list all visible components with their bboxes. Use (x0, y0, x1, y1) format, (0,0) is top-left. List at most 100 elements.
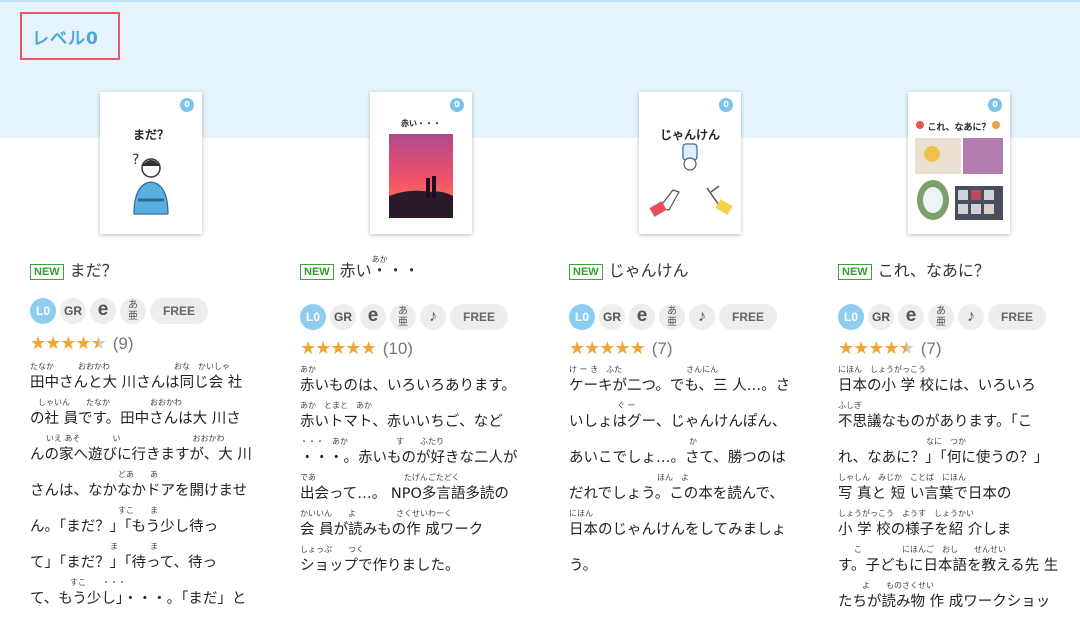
star-icon: ★ (300, 338, 316, 359)
description-line: であ たげんごたどく 出会って…。 NPO多言語多読の (300, 471, 532, 507)
title-row: NEW あか 赤い・・・ (300, 255, 420, 280)
description-text: いしょはグー、じゃんけんぽん、 (569, 414, 787, 430)
description-line: こ にほんご おし せんせいす。子どもに日本語を教える先 生 (838, 543, 1070, 579)
book-cover[interactable]: 0 これ、なあに？ (908, 92, 1010, 234)
furigana: かいいん よ さくせいわーく (300, 509, 452, 518)
level-icon: L0 (30, 298, 56, 324)
title-row: NEW これ、なあに？ (838, 262, 990, 280)
star-icon: ★ (315, 338, 331, 359)
level-heading: レベル0 (32, 29, 99, 49)
description-line: にほん しょうがっこう日本の小 学 校には、いろいろ (838, 363, 1070, 399)
description-line: かあいこでしょ…。さて、勝つのは (569, 435, 801, 471)
book-cover[interactable]: 0 じゃんけん (639, 92, 741, 234)
new-badge: NEW (30, 264, 64, 280)
star-icon: ★ (838, 338, 854, 359)
rating-stars: ★★★★★ (300, 338, 377, 359)
furigana: ま ま (30, 542, 158, 551)
title-ruby: あか (371, 255, 388, 264)
description-line: すこ まん。「まだ？」「もう少し待っ (30, 504, 262, 540)
graded-reader-icon: GR (599, 304, 625, 330)
book-title[interactable]: これ、なあに？ (878, 262, 990, 280)
star-icon: ★ (853, 338, 869, 359)
star-icon: ★ (60, 333, 76, 354)
description-line: あか とまと あか 赤いトマト、赤いいちご、など (300, 399, 532, 435)
furigana: よ ものさくせい (838, 581, 934, 590)
description-line: ・・・ あか す ふたり ・・・。赤いものが好きな二人が (300, 435, 532, 471)
book-title-text: まだ？ (69, 261, 118, 280)
furigana: ほん よ (569, 473, 689, 482)
book-description: にほん しょうがっこう 日本の小 学 校には、いろいろ ふしぎ 不思議なものがあります… (838, 363, 1070, 615)
star-icon: ★ (569, 338, 585, 359)
graded-reader-icon: GR (868, 304, 894, 330)
furigana: しゃいん たなか おおかわ (30, 398, 182, 407)
furigana-icon: あ 亜 (659, 304, 685, 330)
book-card[interactable]: 0 これ、なあに？ NEW これ、なあに？ L0 GR e あ 亜 ♪ FREE… (838, 92, 1080, 622)
book-description: け ー き ふた さんにん ケーキが二つ。でも、三 人…。さ ぐ ーいしょはグー、… (569, 363, 801, 579)
description-line: ほん よだれでしょう。この本を読んで、 (569, 471, 801, 507)
furigana: しょっぷ つく (300, 545, 364, 554)
rating-count: (9) (112, 333, 134, 353)
description-text: あいこでしょ…。さて、勝つのは (569, 450, 786, 466)
description-text: たちが読み物 作 成ワークショッ (838, 594, 1051, 610)
description-text: ショップで作りました。 (300, 558, 460, 574)
book-card[interactable]: 0 赤い・・・ NEW あか 赤い・・・ L0 GR e あ 亜 ♪ FREE (300, 92, 570, 622)
level-icon: L0 (300, 304, 326, 330)
book-title[interactable]: じゃんけん (609, 262, 689, 280)
rating: ★★★★★ (9) (30, 333, 133, 354)
free-badge: FREE (719, 304, 777, 330)
book-card[interactable]: 0 じゃんけん NEW じゃんけん L0 GR e あ 亜 ♪ FREE ★★★… (569, 92, 839, 622)
cover-illustration (370, 92, 472, 234)
description-text: 日本のじゃんけんをしてみましょ (569, 522, 787, 538)
feature-icons: L0 GR e あ 亜 ♪ FREE (300, 304, 508, 330)
description-line: にほん 日本のじゃんけんをしてみましょ (569, 507, 801, 543)
book-cover[interactable]: 0 赤い・・・ (370, 92, 472, 234)
graded-reader-icon: GR (330, 304, 356, 330)
new-badge: NEW (838, 264, 872, 280)
star-icon: ★ (868, 338, 884, 359)
star-icon: ★ (599, 338, 615, 359)
rating-count: (10) (382, 338, 413, 358)
description-line: すこ ・・・ て、もう少し」・・・。「まだ」と (30, 576, 262, 612)
title-row: NEW まだ？ (30, 262, 118, 280)
description-line: たなか おおかわ おな かいしゃ 田中さんと大 川さんは同じ会 社 (30, 360, 262, 396)
book-card[interactable]: 0 まだ？ ? NEW まだ？ L0 GR e あ 亜 FREE ★★★★★ (… (30, 92, 300, 622)
furigana: にほん しょうがっこう (838, 365, 926, 374)
furigana: であ たげんごたどく (300, 473, 460, 482)
description-line: う。 (569, 543, 801, 579)
book-cover[interactable]: 0 まだ？ ? (100, 92, 202, 234)
star-icon: ★ (883, 338, 899, 359)
rating-stars: ★★★★★ (30, 333, 107, 354)
free-badge: FREE (450, 304, 508, 330)
rating: ★★★★★ (7) (569, 338, 672, 359)
furigana: ・・・ あか す ふたり (300, 437, 444, 446)
description-text: 田中さんと大 川さんは同じ会 社 (30, 375, 243, 391)
feature-icons: L0 GR e あ 亜 FREE (30, 298, 208, 324)
furigana: しょうがっこう ようす しょうかい (838, 509, 974, 518)
level-heading-box: レベル0 (20, 12, 120, 60)
furigana: しゃしん みじか ことば にほん (838, 473, 966, 482)
star-icon: ★ (330, 338, 346, 359)
rating-count: (7) (651, 338, 673, 358)
furigana: ぐ ー (569, 401, 636, 410)
description-text: 不思議なものがあります。「こ (838, 414, 1033, 430)
description-text: す。子どもに日本語を教える先 生 (838, 558, 1059, 574)
book-title[interactable]: まだ？ (70, 262, 118, 280)
description-text: さんは、なかなかドアを開けませ (30, 483, 248, 499)
book-title[interactable]: あか 赤い・・・ (340, 255, 420, 280)
description-text: 小 学 校の様子を紹 介しま (838, 522, 1012, 538)
feature-icons: L0 GR e あ 亜 ♪ FREE (838, 304, 1046, 330)
ebook-icon: e (629, 304, 655, 330)
furigana: なに つか (838, 437, 966, 446)
furigana: こ にほんご おし せんせい (838, 545, 1006, 554)
audio-icon: ♪ (689, 304, 715, 330)
graded-reader-icon: GR (60, 298, 86, 324)
description-line: しょうがっこう ようす しょうかい小 学 校の様子を紹 介しま (838, 507, 1070, 543)
half-star-icon: ★ (90, 333, 107, 354)
book-title-text: じゃんけん (608, 261, 689, 280)
furigana-icon: あ 亜 (928, 304, 954, 330)
description-text: 日本の小 学 校には、いろいろ (838, 378, 1036, 394)
star-icon: ★ (360, 338, 377, 359)
star-icon: ★ (584, 338, 600, 359)
star-icon: ★ (30, 333, 46, 354)
star-icon: ★ (75, 333, 91, 354)
